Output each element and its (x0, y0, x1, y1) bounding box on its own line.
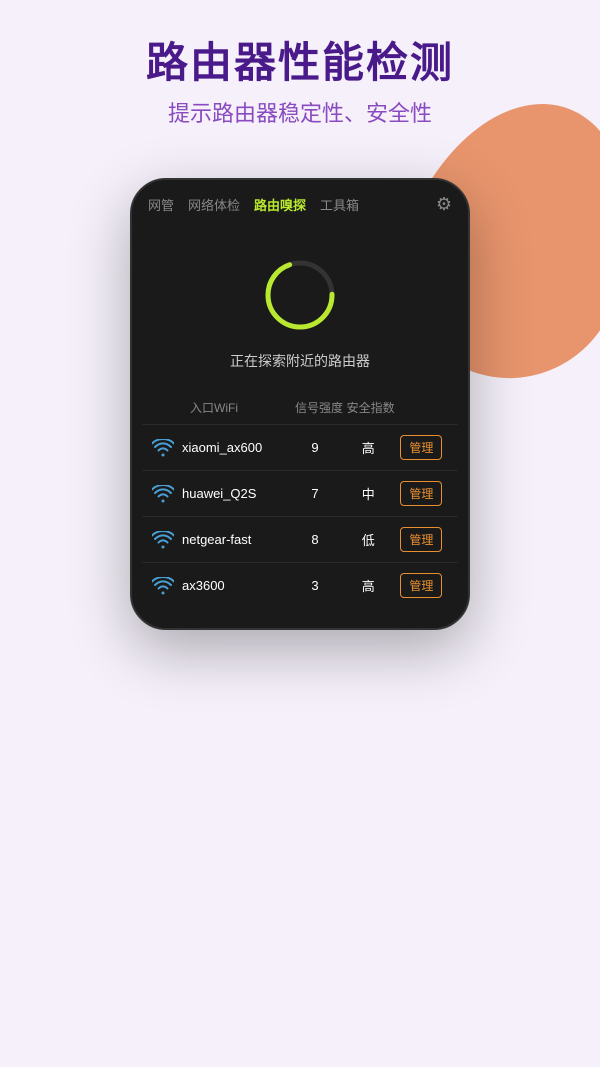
wifi-signal-0: 9 (288, 440, 341, 455)
manage-button-1[interactable]: 管理 (400, 481, 442, 506)
wifi-action-1[interactable]: 管理 (395, 481, 448, 506)
wifi-icon (152, 577, 182, 595)
wifi-icon (152, 485, 182, 503)
col-header-signal: 信号强度 (293, 399, 345, 416)
nav-item-wanguan[interactable]: 网管 (148, 195, 174, 214)
wifi-signal-3: 3 (288, 578, 341, 593)
col-header-name: 入口WiFi (152, 399, 293, 416)
wifi-name-2: netgear-fast (182, 532, 288, 547)
table-row: huawei_Q2S 7 中 管理 (142, 470, 458, 516)
manage-button-3[interactable]: 管理 (400, 573, 442, 598)
spinner-svg (260, 255, 340, 335)
sub-title: 提示路由器稳定性、安全性 (20, 96, 580, 128)
wifi-name-0: xiaomi_ax600 (182, 440, 288, 455)
nav-item-luyou[interactable]: 路由嗅探 (254, 195, 306, 214)
wifi-signal-1: 7 (288, 486, 341, 501)
phone-mockup: 网管 网络体检 路由嗅探 工具箱 ⚙ 正在探索附近的路由器 入口WiFi 信号强… (130, 178, 470, 630)
col-header-security: 安全指数 (345, 399, 397, 416)
wifi-icon (152, 439, 182, 457)
nav-item-toolbox[interactable]: 工具箱 (320, 195, 359, 214)
wifi-signal-2: 8 (288, 532, 341, 547)
wifi-security-0: 高 (342, 438, 395, 457)
wifi-name-1: huawei_Q2S (182, 486, 288, 501)
spinner (260, 255, 340, 335)
wifi-name-3: ax3600 (182, 578, 288, 593)
wifi-security-2: 低 (342, 530, 395, 549)
table-row: netgear-fast 8 低 管理 (142, 516, 458, 562)
wifi-security-1: 中 (342, 484, 395, 503)
wifi-action-2[interactable]: 管理 (395, 527, 448, 552)
table-row: ax3600 3 高 管理 (142, 562, 458, 608)
loading-area: 正在探索附近的路由器 (132, 225, 468, 391)
wifi-security-3: 高 (342, 576, 395, 595)
gear-icon[interactable]: ⚙ (436, 194, 452, 215)
wifi-action-3[interactable]: 管理 (395, 573, 448, 598)
header-section: 路由器性能检测 提示路由器稳定性、安全性 (0, 0, 600, 148)
nav-bar: 网管 网络体检 路由嗅探 工具箱 ⚙ (132, 180, 468, 225)
wifi-icon (152, 531, 182, 549)
table-row: xiaomi_ax600 9 高 管理 (142, 424, 458, 470)
nav-item-jiancha[interactable]: 网络体检 (188, 195, 240, 214)
phone-wrapper: 网管 网络体检 路由嗅探 工具箱 ⚙ 正在探索附近的路由器 入口WiFi 信号强… (0, 178, 600, 630)
wifi-table-header: 入口WiFi 信号强度 安全指数 (142, 391, 458, 424)
wifi-section: 入口WiFi 信号强度 安全指数 xiaomi_ax (132, 391, 468, 628)
col-header-action (396, 399, 448, 416)
manage-button-2[interactable]: 管理 (400, 527, 442, 552)
loading-text: 正在探索附近的路由器 (230, 351, 370, 371)
manage-button-0[interactable]: 管理 (400, 435, 442, 460)
wifi-action-0[interactable]: 管理 (395, 435, 448, 460)
main-title: 路由器性能检测 (20, 40, 580, 86)
